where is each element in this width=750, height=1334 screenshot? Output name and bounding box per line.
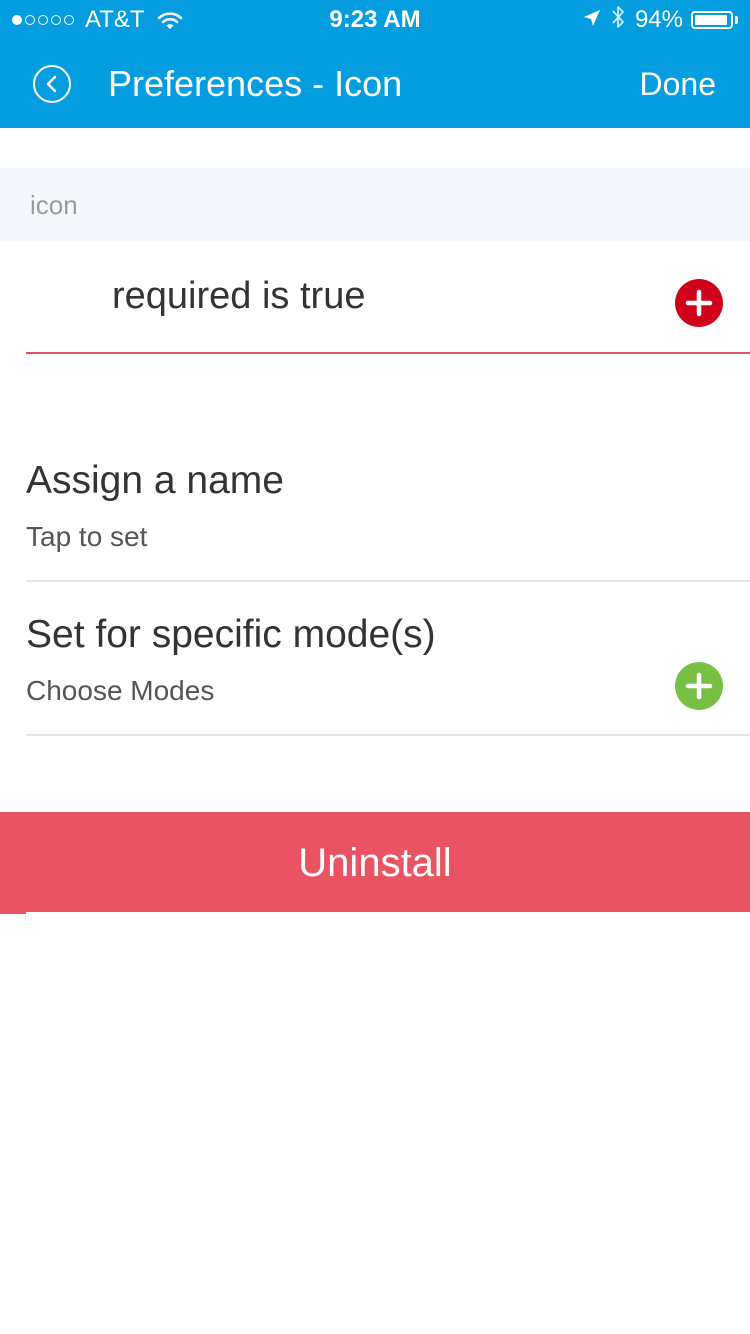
modes-subtitle: Choose Modes	[26, 675, 215, 706]
battery-tip	[735, 16, 738, 24]
battery-level-fill	[695, 15, 727, 25]
battery-icon	[691, 11, 733, 29]
required-message: required is true	[112, 275, 366, 317]
modes-row[interactable]: Set for specific mode(s) Choose Modes	[26, 582, 750, 736]
add-icon-button[interactable]	[675, 279, 723, 327]
section-header: icon	[0, 168, 750, 242]
chevron-left-icon	[46, 75, 57, 93]
done-button[interactable]: Done	[640, 62, 717, 106]
plus-circle-icon	[685, 289, 713, 317]
app-header: AT&T 9:23 AM 94% Preferences - Icon Done	[0, 0, 750, 128]
section-header-label: icon	[30, 190, 78, 220]
status-bar: AT&T 9:23 AM 94%	[0, 0, 750, 40]
location-arrow-icon	[583, 6, 601, 34]
back-button[interactable]	[33, 65, 71, 103]
battery-percent: 94%	[634, 6, 683, 33]
plus-circle-icon	[685, 672, 713, 700]
assign-name-row[interactable]: Assign a name Tap to set	[26, 432, 750, 582]
add-modes-button[interactable]	[675, 662, 723, 710]
uninstall-divider	[26, 912, 750, 914]
assign-name-subtitle: Tap to set	[26, 521, 148, 552]
status-right: 94%	[583, 5, 738, 36]
uninstall-button[interactable]: Uninstall	[0, 812, 750, 914]
modes-title: Set for specific mode(s)	[26, 613, 436, 656]
assign-name-title: Assign a name	[26, 459, 284, 502]
bluetooth-icon	[611, 5, 625, 36]
nav-bar: Preferences - Icon Done	[0, 40, 750, 128]
page-title: Preferences - Icon	[108, 63, 403, 104]
icon-required-row[interactable]: required is true	[26, 242, 750, 354]
